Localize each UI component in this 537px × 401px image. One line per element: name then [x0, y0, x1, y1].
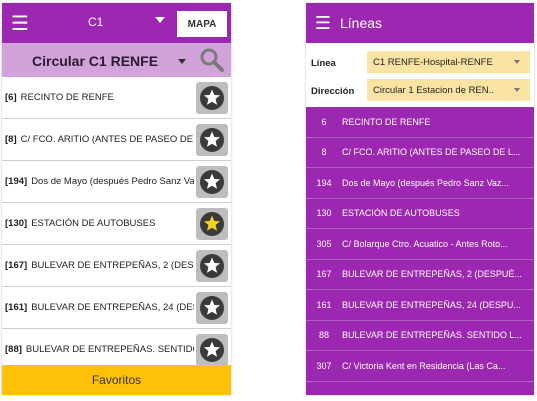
favorites-button[interactable]: Favoritos — [2, 365, 231, 395]
line-label: Línea — [311, 57, 336, 69]
list-item[interactable]: [6] RECINTO DE RENFE — [2, 77, 231, 119]
favorite-star-button[interactable] — [196, 334, 228, 365]
stop-id: [6] — [5, 92, 17, 103]
stop-id: 305 — [316, 238, 332, 249]
chevron-down-icon[interactable] — [178, 59, 186, 64]
right-toolbar: ☰ Líneas — [306, 3, 534, 43]
star-icon — [200, 296, 224, 320]
list-item[interactable]: 167 BULEVAR DE ENTREPEÑAS, 2 (DESPUÉ... — [306, 260, 534, 290]
stop-name: C/ FCO. ARITIO (ANTES DE PASEO DE LA — [20, 134, 194, 145]
list-item[interactable]: 6 RECINTO DE RENFE — [306, 107, 534, 138]
list-item[interactable]: [88] BULEVAR DE ENTREPEÑAS. SENTIDO L — [2, 329, 231, 365]
star-icon — [200, 86, 224, 110]
map-button[interactable]: MAPA — [177, 11, 227, 37]
stop-name: Dos de Mayo (después Pedro Sanz Vaz — [31, 176, 194, 187]
list-item[interactable]: 307 C/ Victoria Kent en Residencia (Las C… — [306, 351, 534, 382]
list-item[interactable]: [130] ESTACIÓN DE AUTOBUSES — [2, 203, 231, 245]
list-item[interactable]: [8] C/ FCO. ARITIO (ANTES DE PASEO DE LA — [2, 119, 231, 161]
stop-list: 6 RECINTO DE RENFE 8 C/ FCO. ARITIO (ANTES … — [306, 107, 534, 382]
stop-name: RECINTO DE RENFE — [20, 92, 114, 103]
stop-name: C/ FCO. ARITIO (ANTES DE PASEO DE L... — [342, 147, 521, 158]
stop-id: 161 — [316, 299, 332, 310]
direction-select[interactable]: Circular 1 Estacion de REN.. — [367, 79, 530, 101]
star-icon — [200, 254, 224, 278]
list-item[interactable]: 194 Dos de Mayo (después Pedro Sanz Vaz..… — [306, 168, 534, 199]
hamburger-icon[interactable]: ☰ — [2, 3, 38, 43]
stop-label: [88] BULEVAR DE ENTREPEÑAS. SENTIDO L — [2, 344, 194, 355]
chevron-down-icon[interactable] — [155, 17, 165, 23]
route-title[interactable]: Circular C1 RENFE — [32, 53, 158, 69]
favorite-star-button[interactable] — [196, 124, 228, 156]
stop-label: [167]BULEVAR DE ENTREPEÑAS, 2 (DESPUÉS — [2, 260, 194, 271]
list-item[interactable]: [167]BULEVAR DE ENTREPEÑAS, 2 (DESPUÉS — [2, 245, 231, 287]
stop-label: [8] C/ FCO. ARITIO (ANTES DE PASEO DE LA — [2, 134, 194, 145]
stop-name: BULEVAR DE ENTREPEÑAS. SENTIDO L — [25, 344, 194, 355]
direction-field: Dirección Circular 1 Estacion de REN.. — [306, 77, 534, 105]
list-item[interactable]: [161]BULEVAR DE ENTREPEÑAS, 24 (DESPUÉS — [2, 287, 231, 329]
stop-name: BULEVAR DE ENTREPEÑAS, 24 (DESPUÉS — [31, 302, 194, 313]
stop-label: [6] RECINTO DE RENFE — [2, 92, 194, 103]
stop-label: [194] Dos de Mayo (después Pedro Sanz Vaz — [2, 176, 194, 187]
stop-id: 6 — [321, 116, 327, 127]
stop-id: 307 — [316, 360, 332, 371]
star-icon — [200, 212, 224, 236]
list-item[interactable]: 305 C/ Bolarque Ctro. Acuatico - Antes Ro… — [306, 229, 534, 260]
stop-name: C/ Victoria Kent en Residencia (Las Ca..… — [342, 360, 506, 371]
stop-name: BULEVAR DE ENTREPEÑAS, 24 (DESPU... — [342, 299, 521, 310]
stop-list: [6] RECINTO DE RENFE [8] C/ FCO. ARITIO (AN… — [2, 77, 231, 365]
star-icon — [200, 128, 224, 152]
chevron-down-icon — [514, 60, 520, 64]
chevron-down-icon — [514, 88, 520, 92]
favorite-star-button[interactable] — [196, 82, 228, 114]
line-selector[interactable]: C1 — [88, 15, 103, 29]
stop-id: 130 — [316, 208, 332, 219]
stop-name: BULEVAR DE ENTREPEÑAS, 2 (DESPUÉ... — [342, 269, 522, 280]
stop-id: [88] — [5, 344, 22, 355]
favorite-star-button[interactable] — [196, 250, 228, 282]
stop-id: [194] — [5, 176, 28, 187]
favorite-star-button[interactable] — [196, 292, 228, 324]
favorite-star-button[interactable] — [196, 166, 228, 198]
favorite-star-button[interactable] — [196, 208, 228, 240]
line-select[interactable]: C1 RENFE-Hospital-RENFE — [367, 51, 530, 73]
stop-name: BULEVAR DE ENTREPEÑAS. SENTIDO L... — [342, 330, 522, 341]
left-app-screen: ☰ C1 MAPA Circular C1 RENFE [6] RECINTO D… — [2, 3, 231, 395]
stop-id: 88 — [318, 330, 329, 341]
list-item[interactable]: 88 BULEVAR DE ENTREPEÑAS. SENTIDO L... — [306, 321, 534, 351]
list-item[interactable]: [194] Dos de Mayo (después Pedro Sanz Vaz — [2, 161, 231, 203]
line-field: Línea C1 RENFE-Hospital-RENFE — [306, 49, 534, 77]
stop-name: RECINTO DE RENFE — [342, 116, 431, 127]
star-icon — [200, 338, 224, 362]
search-icon[interactable] — [199, 47, 225, 73]
stop-name: Dos de Mayo (después Pedro Sanz Vaz... — [342, 177, 509, 188]
route-header: Circular C1 RENFE — [2, 43, 231, 77]
star-icon — [200, 170, 224, 194]
stop-name: BULEVAR DE ENTREPEÑAS, 2 (DESPUÉS — [31, 260, 194, 271]
stop-id: [130] — [5, 218, 28, 229]
stop-name: ESTACIÓN DE AUTOBUSES — [31, 218, 156, 229]
left-toolbar: ☰ C1 MAPA — [2, 3, 231, 43]
screenshot: ☰ C1 MAPA Circular C1 RENFE [6] RECINTO D… — [0, 0, 537, 401]
stop-id: [161] — [5, 302, 28, 313]
stop-id: 8 — [321, 147, 327, 158]
line-form: Línea C1 RENFE-Hospital-RENFE Dirección … — [306, 43, 534, 107]
hamburger-icon[interactable]: ☰ — [306, 3, 340, 43]
list-item[interactable]: 161 BULEVAR DE ENTREPEÑAS, 24 (DESPU... — [306, 290, 534, 321]
page-title: Líneas — [340, 15, 383, 31]
stop-id: [8] — [5, 134, 17, 145]
stop-id: 194 — [316, 177, 332, 188]
right-app-screen: ☰ Líneas Línea C1 RENFE-Hospital-RENFE D… — [306, 3, 534, 395]
list-item[interactable]: 8 C/ FCO. ARITIO (ANTES DE PASEO DE L... — [306, 138, 534, 168]
direction-select-value: Circular 1 Estacion de REN.. — [373, 84, 494, 96]
stop-label: [130] ESTACIÓN DE AUTOBUSES — [2, 218, 194, 229]
list-item[interactable]: 130 ESTACIÓN DE AUTOBUSES — [306, 199, 534, 229]
stop-label: [161]BULEVAR DE ENTREPEÑAS, 24 (DESPUÉS — [2, 302, 194, 313]
stop-id: 167 — [316, 269, 332, 280]
line-select-value: C1 RENFE-Hospital-RENFE — [373, 56, 493, 68]
direction-label: Dirección — [311, 85, 355, 97]
stop-id: [167] — [5, 260, 28, 271]
stop-name: ESTACIÓN DE AUTOBUSES — [342, 208, 460, 219]
stop-name: C/ Bolarque Ctro. Acuatico - Antes Roto.… — [342, 238, 508, 249]
